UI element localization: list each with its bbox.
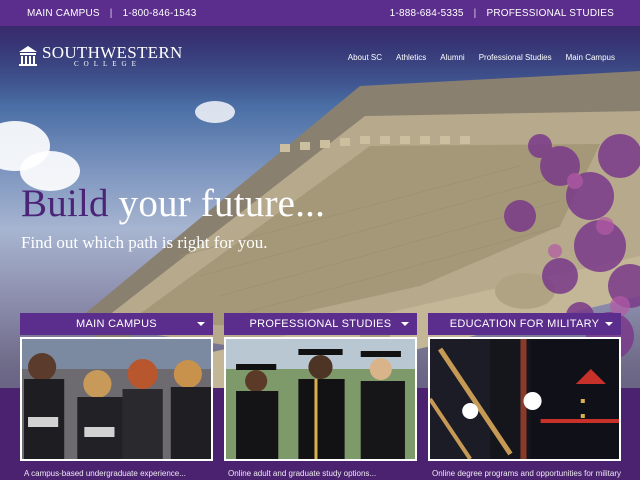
main-phone-link[interactable]: 1-800-846-1543 [123, 8, 197, 19]
chevron-down-icon[interactable] [605, 322, 613, 326]
nav-about[interactable]: About SC [348, 53, 382, 62]
nav-professional-studies[interactable]: Professional Studies [479, 53, 552, 62]
card-photo [20, 337, 213, 461]
card-header[interactable]: PROFESSIONAL STUDIES [224, 313, 417, 335]
professional-studies-link[interactable]: PROFESSIONAL STUDIES [486, 8, 614, 19]
hero-subline: Find out which path is right for you. [21, 233, 268, 252]
nav-athletics[interactable]: Athletics [396, 53, 426, 62]
pro-phone-link[interactable]: 1-888-684-5335 [390, 8, 464, 19]
card-description: Online adult and graduate study options.… [228, 469, 377, 478]
nav-main-campus[interactable]: Main Campus [566, 53, 615, 62]
headline-accent: Build [21, 182, 109, 225]
college-logo[interactable]: SOUTHWESTERN COLLEGE [18, 44, 183, 68]
card-photo [224, 337, 417, 461]
building-icon [19, 46, 37, 66]
card-title: PROFESSIONAL STUDIES [249, 318, 392, 330]
card-education-for-military[interactable]: EDUCATION FOR MILITARY Online degree pro… [428, 313, 621, 478]
main-campus-link[interactable]: MAIN CAMPUS [27, 8, 100, 19]
card-photo [428, 337, 621, 461]
card-description: A campus-based undergraduate experience.… [24, 469, 186, 478]
utility-bar: MAIN CAMPUS | 1-800-846-1543 1-888-684-5… [0, 0, 640, 26]
card-header[interactable]: EDUCATION FOR MILITARY [428, 313, 621, 335]
card-professional-studies[interactable]: PROFESSIONAL STUDIES Online adult and gr… [224, 313, 417, 478]
card-title: EDUCATION FOR MILITARY [449, 318, 600, 330]
main-nav: About SC Athletics Alumni Professional S… [348, 53, 615, 62]
chevron-down-icon[interactable] [197, 322, 205, 326]
card-description: Online degree programs and opportunities… [432, 469, 621, 478]
card-main-campus[interactable]: MAIN CAMPUS A campus-based undergraduate… [20, 313, 213, 478]
card-title: MAIN CAMPUS [76, 318, 157, 330]
nav-alumni[interactable]: Alumni [440, 53, 464, 62]
logo-subtitle: COLLEGE [74, 60, 141, 68]
card-header[interactable]: MAIN CAMPUS [20, 313, 213, 335]
separator: | [109, 7, 113, 19]
headline-rest: your future... [108, 182, 326, 225]
chevron-down-icon[interactable] [401, 322, 409, 326]
separator: | [473, 7, 477, 19]
hero-headline: Build your future... [21, 181, 325, 226]
